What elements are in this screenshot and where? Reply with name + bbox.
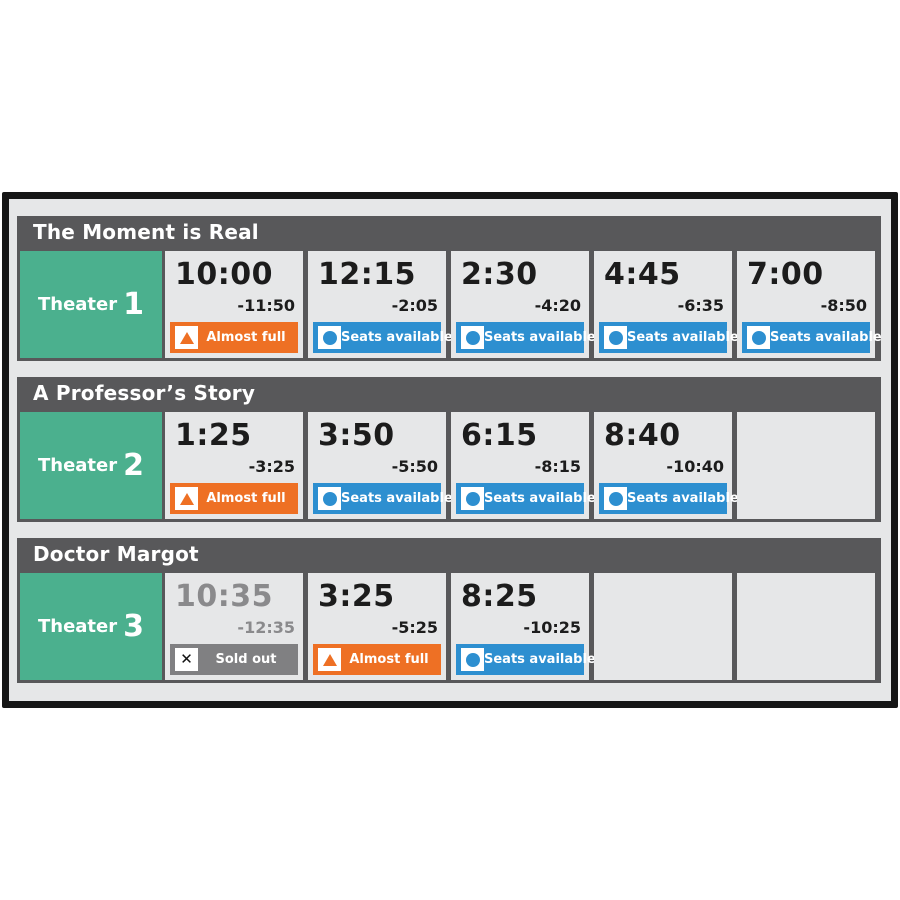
status-badge: Almost full (313, 644, 441, 675)
status-text: Seats available (770, 330, 882, 345)
showtime-end: -3:25 (248, 457, 295, 476)
movie-title: The Moment is Real (33, 220, 259, 244)
showtime-slot[interactable]: 10:00 -11:50 Almost full (165, 251, 303, 358)
showtime-slot[interactable]: 10:35 -12:35 ✕ Sold out (165, 573, 303, 680)
showtime-time: 6:15 (461, 418, 538, 453)
showtime-end: -12:35 (237, 618, 295, 637)
status-badge: Almost full (170, 483, 298, 514)
theater-label: Theater 1 (20, 251, 162, 358)
triangle-icon (175, 487, 198, 510)
movie-title: Doctor Margot (33, 542, 199, 566)
theater-label: Theater 3 (20, 573, 162, 680)
showtime-slot[interactable]: 12:15 -2:05 Seats available (308, 251, 453, 358)
status-text: Sold out (215, 652, 277, 667)
x-icon: ✕ (175, 648, 198, 671)
status-text: Seats available (484, 491, 596, 506)
movie-panel: The Moment is Real Theater 1 10:00 -11:5… (17, 216, 882, 361)
showtime-slot[interactable]: 8:25 -10:25 Seats available (451, 573, 596, 680)
status-badge: Seats available (313, 483, 453, 514)
showtime-end: -4:20 (534, 296, 581, 315)
showtime-slot[interactable]: 7:00 -8:50 Seats available (737, 251, 882, 358)
showtime-time: 2:30 (461, 257, 538, 292)
circle-icon (318, 326, 341, 349)
showtime-slot[interactable]: 2:30 -4:20 Seats available (451, 251, 596, 358)
status-text: Almost full (206, 330, 286, 345)
movie-title: A Professor’s Story (33, 381, 256, 405)
showtime-end: -8:50 (820, 296, 867, 315)
showtime-time: 10:00 (175, 257, 273, 292)
status-text: Seats available (484, 330, 596, 345)
triangle-icon (318, 648, 341, 671)
status-badge: Seats available (313, 322, 453, 353)
theater-text: Theater (37, 616, 118, 637)
showtime-slot[interactable]: 1:25 -3:25 Almost full (165, 412, 303, 519)
status-text: Seats available (484, 652, 596, 667)
circle-icon (318, 487, 341, 510)
showtime-time: 3:50 (318, 418, 395, 453)
showtime-time: 8:25 (461, 579, 538, 614)
status-text: Almost full (206, 491, 286, 506)
status-badge: Seats available (456, 644, 596, 675)
circle-icon (461, 487, 484, 510)
status-text: Seats available (341, 330, 453, 345)
theater-number: 1 (123, 287, 144, 322)
showtime-slot[interactable]: 3:25 -5:25 Almost full (308, 573, 446, 680)
theater-text: Theater (37, 294, 118, 315)
showtime-time: 3:25 (318, 579, 395, 614)
circle-icon (604, 487, 627, 510)
movie-panel: A Professor’s Story Theater 2 1:25 -3:25… (17, 377, 881, 522)
status-text: Seats available (341, 491, 453, 506)
status-text: Seats available (627, 330, 739, 345)
showtime-time: 10:35 (175, 579, 273, 614)
status-badge: Seats available (456, 322, 596, 353)
showtime-end: -8:15 (534, 457, 581, 476)
empty-slot (737, 573, 875, 680)
status-badge: Seats available (456, 483, 596, 514)
empty-slot (594, 573, 732, 680)
circle-icon (604, 326, 627, 349)
theater-text: Theater (37, 455, 118, 476)
showtime-end: -5:50 (391, 457, 438, 476)
status-badge: Almost full (170, 322, 298, 353)
showtime-end: -10:40 (666, 457, 724, 476)
status-badge: Seats available (742, 322, 882, 353)
showtime-time: 1:25 (175, 418, 252, 453)
empty-slot (737, 412, 875, 519)
status-badge: Seats available (599, 483, 739, 514)
circle-icon (461, 648, 484, 671)
showtime-end: -5:25 (391, 618, 438, 637)
status-text: Seats available (627, 491, 739, 506)
status-text: Almost full (349, 652, 429, 667)
showtime-time: 8:40 (604, 418, 681, 453)
showtime-slot[interactable]: 3:50 -5:50 Seats available (308, 412, 453, 519)
showtime-end: -2:05 (391, 296, 438, 315)
circle-icon (747, 326, 770, 349)
theater-number: 3 (123, 609, 144, 644)
circle-icon (461, 326, 484, 349)
theater-number: 2 (123, 448, 144, 483)
triangle-icon (175, 326, 198, 349)
showtime-end: -11:50 (237, 296, 295, 315)
showtime-slot[interactable]: 8:40 -10:40 Seats available (594, 412, 739, 519)
status-badge: ✕ Sold out (170, 644, 298, 675)
showtime-time: 12:15 (318, 257, 416, 292)
status-badge: Seats available (599, 322, 739, 353)
showtime-slot[interactable]: 6:15 -8:15 Seats available (451, 412, 596, 519)
movie-panel: Doctor Margot Theater 3 10:35 -12:35 ✕ So… (17, 538, 881, 683)
showtime-end: -6:35 (677, 296, 724, 315)
showtime-end: -10:25 (523, 618, 581, 637)
showtime-slot[interactable]: 4:45 -6:35 Seats available (594, 251, 739, 358)
showtime-time: 7:00 (747, 257, 824, 292)
showtime-time: 4:45 (604, 257, 681, 292)
theater-label: Theater 2 (20, 412, 162, 519)
